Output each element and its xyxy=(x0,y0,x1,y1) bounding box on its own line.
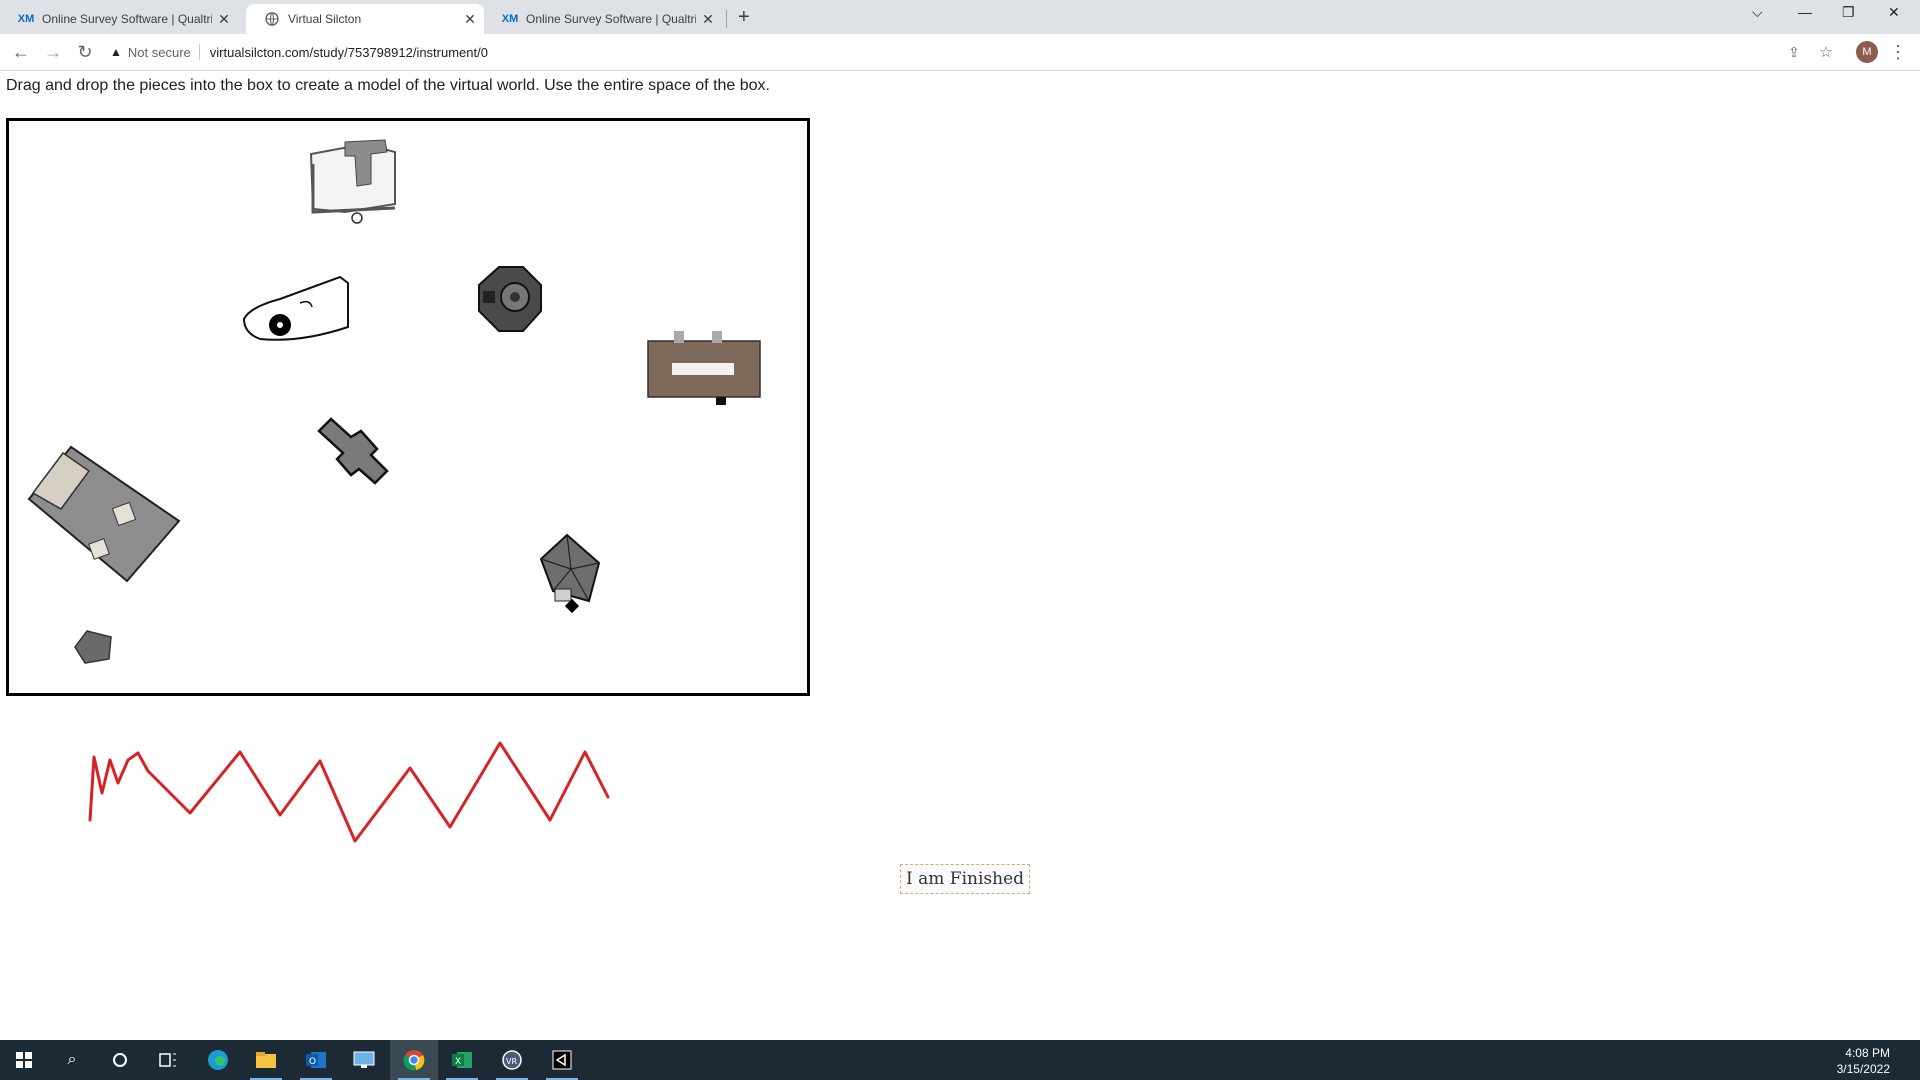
clock-date: 3/15/2022 xyxy=(1836,1062,1890,1076)
window-close-icon[interactable]: ✕ xyxy=(1888,4,1900,21)
tab-title: Online Survey Software | Qualtric xyxy=(526,12,696,26)
cortana-icon[interactable] xyxy=(96,1040,144,1080)
task-view-icon[interactable] xyxy=(144,1040,192,1080)
share-icon[interactable]: ⇪ xyxy=(1782,40,1806,64)
divider xyxy=(198,44,200,60)
building-outline-boat[interactable] xyxy=(240,271,360,351)
minimize-icon[interactable]: — xyxy=(1798,4,1812,20)
bookmark-star-icon[interactable]: ☆ xyxy=(1814,40,1838,64)
unity-icon[interactable] xyxy=(538,1040,586,1080)
more-menu-icon[interactable]: ⋮ xyxy=(1886,40,1910,64)
back-arrow-icon[interactable]: ← xyxy=(9,40,33,64)
svg-text:X: X xyxy=(455,1057,461,1067)
new-tab-plus-icon[interactable]: + xyxy=(738,6,750,29)
red-scribble-drawing xyxy=(88,741,610,843)
excel-icon[interactable]: X xyxy=(438,1040,486,1080)
close-icon[interactable]: ✕ xyxy=(700,11,716,28)
building-large-gray[interactable] xyxy=(23,443,183,593)
tab-virtual-silcton[interactable]: Virtual Silcton ✕ xyxy=(246,4,484,34)
vr-app-icon[interactable]: VR xyxy=(488,1040,536,1080)
tab-title: Online Survey Software | Qualtric xyxy=(42,12,212,26)
tab-qualtrics-1[interactable]: XM Online Survey Software | Qualtric ✕ xyxy=(0,4,244,34)
model-drop-box[interactable] xyxy=(6,118,810,696)
close-icon[interactable]: ✕ xyxy=(216,11,232,28)
tab-qualtrics-2[interactable]: XM Online Survey Software | Qualtric ✕ xyxy=(484,4,728,34)
clock-time: 4:08 PM xyxy=(1845,1046,1890,1060)
building-t-shaped[interactable] xyxy=(305,134,425,234)
browser-toolbar: ← → ↻ ▲ Not secure virtualsilcton.com/st… xyxy=(0,34,1920,71)
globe-icon xyxy=(264,11,280,27)
restore-icon[interactable]: ❐ xyxy=(1842,4,1855,21)
svg-text:O: O xyxy=(309,1057,316,1067)
forward-arrow-icon[interactable]: → xyxy=(41,40,65,64)
warning-triangle-icon: ▲ xyxy=(110,45,122,59)
reload-icon[interactable]: ↻ xyxy=(73,40,97,64)
finish-button[interactable]: I am Finished xyxy=(900,864,1031,894)
chrome-icon[interactable] xyxy=(390,1040,438,1080)
building-octagon[interactable] xyxy=(471,261,551,341)
tab-title: Virtual Silcton xyxy=(288,12,362,26)
building-brown-rect[interactable] xyxy=(644,323,769,413)
profile-avatar[interactable]: M xyxy=(1856,41,1878,63)
xm-icon: XM xyxy=(501,13,519,25)
building-cross[interactable] xyxy=(307,411,397,501)
url-text: virtualsilcton.com/study/753798912/instr… xyxy=(209,44,488,60)
edge-icon[interactable] xyxy=(194,1040,242,1080)
close-icon[interactable]: ✕ xyxy=(462,11,478,28)
remote-desktop-icon[interactable] xyxy=(340,1040,388,1080)
tab-separator xyxy=(726,10,727,28)
start-icon[interactable] xyxy=(0,1040,48,1080)
building-pyramid-roof[interactable] xyxy=(537,531,617,621)
system-clock[interactable]: 4:08 PM 3/15/2022 xyxy=(1837,1045,1890,1077)
svg-text:VR: VR xyxy=(506,1057,517,1066)
instructions-text: Drag and drop the pieces into the box to… xyxy=(6,77,770,94)
file-explorer-icon[interactable] xyxy=(242,1040,290,1080)
browser-tab-strip: XM Online Survey Software | Qualtric ✕ V… xyxy=(0,0,1920,34)
windows-taskbar: ⌕ O X VR 4:08 PM 3/15/2022 xyxy=(0,1040,1920,1080)
search-icon[interactable]: ⌕ xyxy=(48,1040,96,1080)
tab-search-chevron-icon[interactable]: ⌵ xyxy=(1752,4,1763,21)
xm-icon: XM xyxy=(17,13,35,25)
outlook-icon[interactable]: O xyxy=(292,1040,340,1080)
address-bar[interactable]: ▲ Not secure virtualsilcton.com/study/75… xyxy=(110,37,1770,67)
building-small-gray[interactable] xyxy=(71,627,121,672)
security-label: Not secure xyxy=(127,44,191,60)
